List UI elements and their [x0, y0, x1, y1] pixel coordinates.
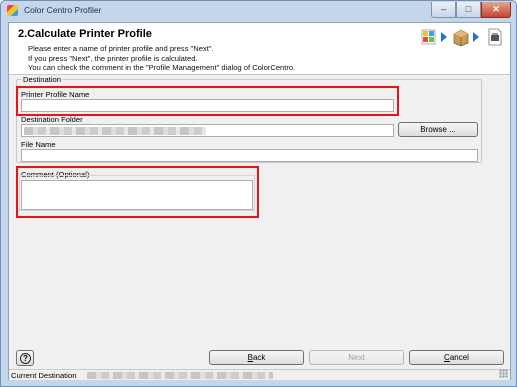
profile-doc-icon [488, 28, 502, 46]
instruction-line: You can check the comment in the "Profil… [28, 63, 296, 72]
minimize-button[interactable]: – [431, 2, 456, 18]
wizard-steps [420, 27, 506, 49]
app-icon [7, 5, 18, 16]
destination-group-label: Destination [21, 75, 63, 84]
redacted-destination [87, 372, 273, 379]
current-destination-label: Current Destination [11, 371, 77, 380]
cancel-label-rest: ancel [449, 353, 469, 362]
help-icon: ? [20, 353, 31, 364]
instruction-line: Please enter a name of printer profile a… [28, 44, 214, 53]
back-label-rest: ack [252, 353, 266, 362]
printer-profile-name-label: Printer Profile Name [21, 90, 90, 99]
arrow-icon [441, 32, 447, 42]
cancel-button[interactable]: Cancel [409, 350, 504, 365]
help-button[interactable]: ? [16, 350, 34, 366]
close-button[interactable]: ✕ [481, 2, 511, 18]
file-name-input[interactable] [21, 149, 478, 162]
file-name-label: File Name [21, 140, 56, 149]
arrow-icon [473, 32, 479, 42]
app-window: Color Centro Profiler – □ ✕ 2.Calculate … [0, 0, 517, 387]
instruction-line: If you press "Next", the printer profile… [28, 54, 198, 63]
destination-folder-input[interactable] [21, 124, 394, 137]
comment-textarea[interactable] [21, 180, 253, 210]
next-button[interactable]: Next [309, 350, 404, 365]
printer-box-icon [453, 29, 469, 47]
back-button[interactable]: Back [209, 350, 304, 365]
step-title: 2.Calculate Printer Profile [18, 28, 152, 40]
maximize-button[interactable]: □ [456, 2, 481, 18]
wizard-header: 2.Calculate Printer Profile Please enter… [9, 23, 510, 75]
title-bar[interactable]: Color Centro Profiler – □ ✕ [1, 1, 516, 21]
resize-grip[interactable] [499, 369, 508, 378]
printer-profile-name-input[interactable] [21, 99, 394, 112]
dialog-body: 2.Calculate Printer Profile Please enter… [8, 22, 511, 380]
destination-folder-label: Destination Folder [21, 115, 83, 124]
status-bar: Current Destination [9, 369, 510, 380]
window-title: Color Centro Profiler [24, 5, 102, 15]
chart-icon [421, 29, 436, 45]
redacted-path [24, 127, 206, 135]
browse-button[interactable]: Browse ... [398, 122, 478, 137]
